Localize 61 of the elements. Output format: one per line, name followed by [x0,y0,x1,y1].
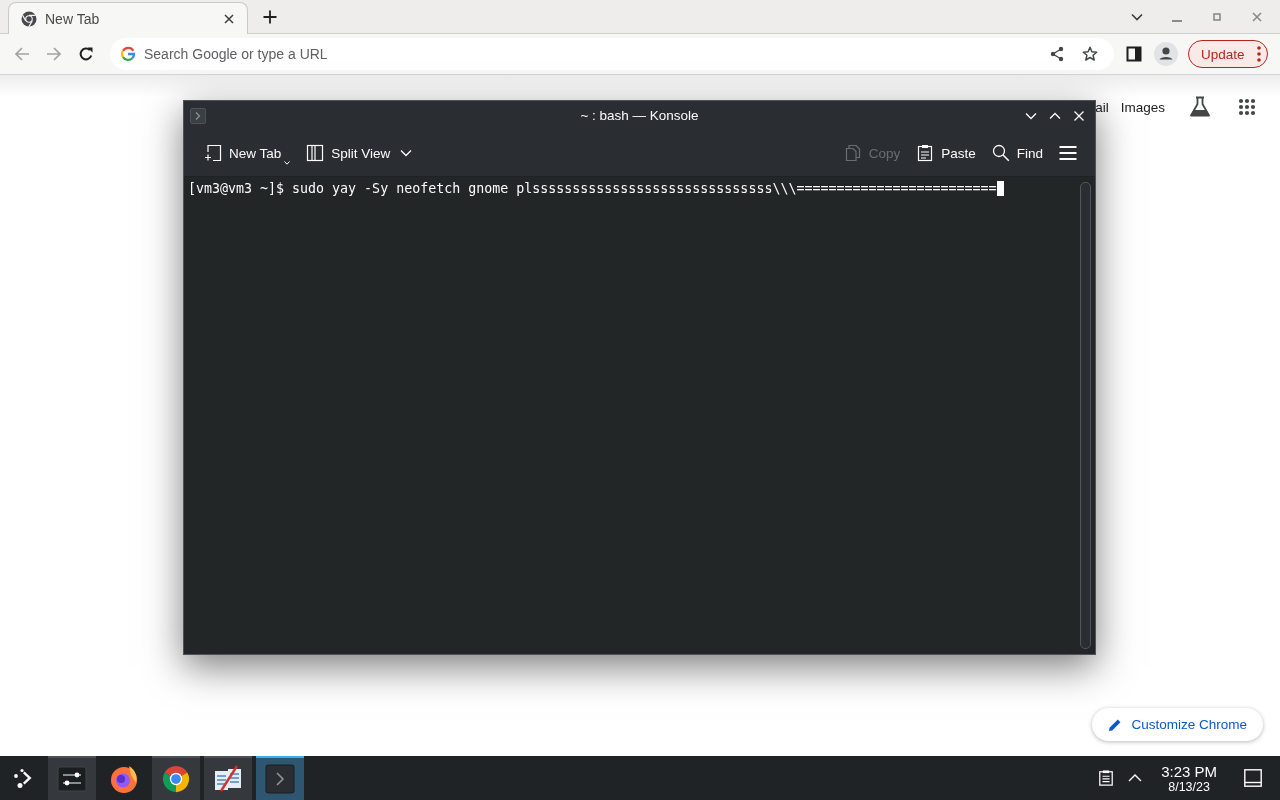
chrome-task-button[interactable] [152,756,200,800]
chevron-up-icon [1049,111,1061,120]
maximize-icon [1213,13,1221,21]
chrome-icon [161,764,191,794]
scrollbar[interactable] [1080,182,1091,649]
find-button[interactable]: Find [987,137,1047,169]
header-link[interactable]: Images [1120,99,1165,115]
side-panel-icon [1126,46,1142,62]
browser-logo-icon [21,10,37,27]
menu-icon [1059,144,1077,162]
avatar-icon [1154,42,1178,66]
paste-button[interactable]: Paste [912,137,980,169]
clock-date[interactable]: 8/13/23 [1168,779,1210,794]
header-link[interactable]: ail [1095,99,1109,115]
split-columns-icon [306,144,325,162]
plus-icon [263,10,277,24]
pencil-icon [1108,717,1123,732]
window-title: ~ : bash — Konsole [580,108,699,123]
documents-icon [213,764,243,794]
profile-button[interactable] [1152,40,1180,68]
flask-icon [1189,96,1211,118]
terminal-app-icon [190,107,206,124]
google-logo-icon [120,46,136,62]
arrow-left-icon [14,46,30,62]
clipboard-icon [916,144,935,162]
search-icon [991,144,1010,162]
copy-icon [843,144,862,162]
firefox-icon [109,764,139,794]
settings-task-button[interactable] [48,756,96,800]
share-icon [1049,46,1065,62]
labs-button[interactable] [1189,95,1211,119]
address-bar[interactable]: Search Google or type a URL [110,38,1114,70]
terminal-icon [265,764,295,794]
chevron-down-icon [1025,111,1037,120]
terminal-task-button[interactable] [256,756,304,800]
minimize-icon [1172,20,1182,22]
cursor-icon [996,181,1004,196]
customize-button[interactable]: Customize Chrome [1092,708,1263,741]
split-view-button[interactable]: Split View [302,137,417,169]
grid-icon [1238,98,1256,116]
new-tab-button[interactable]: New Tab [200,137,295,169]
arrow-right-icon [46,46,62,62]
chevron-down-icon [400,149,413,157]
show-desktop-icon [1244,769,1262,787]
clock-time[interactable]: 3:23 PM [1161,762,1217,780]
more-vertical-icon [1257,46,1261,62]
dropdown-indicator-icon [284,161,291,165]
close-icon [1074,110,1084,121]
star-icon [1082,46,1098,62]
new-tab-icon [204,144,222,162]
clipboard-icon [1098,770,1115,786]
sliders-icon [57,764,87,794]
close-icon [224,13,234,24]
update-button[interactable]: Update [1188,40,1268,68]
editor-task-button[interactable] [204,756,252,800]
address-field[interactable]: Search Google or type a URL [144,42,1038,66]
chevron-down-icon [1131,13,1143,21]
close-icon [1252,12,1262,22]
terminal-line: [vm3@vm3 ~]$ sudo yay -Sy neofetch gnome plssssssssssssssssssssssssssssss\\\========================= [188,180,997,197]
browser-tab[interactable]: New Tab [8,2,248,34]
reload-icon [78,46,94,62]
